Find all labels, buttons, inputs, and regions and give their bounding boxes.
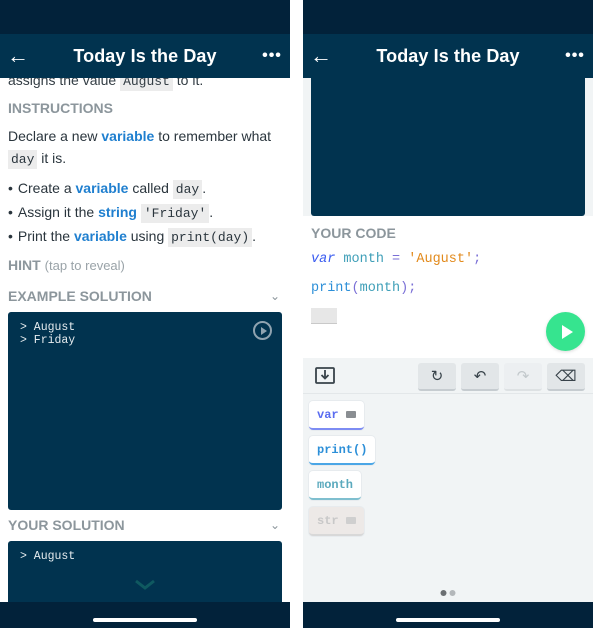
instructions-list: Create a variable called day. Assign it … <box>8 177 282 249</box>
token-month[interactable]: month <box>309 471 362 500</box>
empty-line-cursor[interactable] <box>311 308 337 324</box>
page-title: Today Is the Day <box>73 45 217 66</box>
your-code-heading: YOUR CODE <box>311 225 396 241</box>
undo-button[interactable]: ↶ <box>461 363 499 391</box>
example-solution-console: > August > Friday <box>8 312 282 510</box>
ellipsis-icon: ••• <box>565 47 585 64</box>
redo-icon: ↷ <box>516 368 530 385</box>
token-var[interactable]: var <box>309 401 364 430</box>
refresh-icon: ↻ <box>430 368 444 385</box>
chevron-down-icon: ⌄ <box>269 518 281 532</box>
undo-icon: ↶ <box>473 368 487 385</box>
page-indicator <box>440 590 456 596</box>
more-button[interactable]: ••• <box>557 34 593 78</box>
console-line: > August <box>20 321 76 334</box>
code-line-2[interactable]: print(month); <box>311 281 416 296</box>
list-item: Print the variable using print(day). <box>8 225 282 249</box>
scroll-down-chevron-icon[interactable] <box>134 579 156 591</box>
hint-toggle[interactable]: HINT (tap to reveal) <box>8 257 125 273</box>
code-editor-screen: ← Today Is the Day ••• YOUR CODE var mon… <box>303 0 593 628</box>
glossary-link[interactable]: variable <box>76 180 129 196</box>
instructions-intro: Declare a new variable to remember what … <box>8 128 272 169</box>
glossary-link[interactable]: string <box>98 204 137 220</box>
home-indicator[interactable] <box>396 618 500 622</box>
instructions-content: assigns the value August to it. INSTRUCT… <box>0 60 290 628</box>
arrow-left-icon: ← <box>310 43 332 68</box>
instructions-heading: INSTRUCTIONS <box>8 100 113 116</box>
back-button[interactable]: ← <box>303 34 339 78</box>
instructions-screen: ← Today Is the Day ••• assigns the value… <box>0 0 290 628</box>
code-editor[interactable]: YOUR CODE var month = 'August'; print(mo… <box>303 216 593 358</box>
backspace-icon: ⌫ <box>555 368 577 385</box>
run-button[interactable] <box>546 312 585 351</box>
home-indicator[interactable] <box>93 618 197 622</box>
glossary-link[interactable]: variable <box>74 228 127 244</box>
refresh-button[interactable]: ↻ <box>418 363 456 391</box>
editor-toolbar: ↻ ↶ ↷ ⌫ <box>303 358 593 394</box>
home-bar <box>303 602 593 628</box>
backspace-button[interactable]: ⌫ <box>547 363 585 391</box>
editor-content: YOUR CODE var month = 'August'; print(mo… <box>303 78 593 602</box>
keyboard-icon <box>345 517 356 524</box>
ellipsis-icon: ••• <box>262 47 282 64</box>
list-item: Assign it the string 'Friday'. <box>8 201 282 225</box>
console-line: > Friday <box>20 334 76 347</box>
output-console <box>311 78 585 216</box>
list-item: Create a variable called day. <box>8 177 282 201</box>
nav-bar: ← Today Is the Day ••• <box>0 34 290 78</box>
code-line-1[interactable]: var month = 'August'; <box>311 252 481 267</box>
play-circle-icon[interactable] <box>253 321 272 340</box>
redo-button[interactable]: ↷ <box>504 363 542 391</box>
page-dot[interactable] <box>440 590 447 596</box>
glossary-link[interactable]: variable <box>101 128 154 144</box>
your-solution-header[interactable]: YOUR SOLUTION ⌄ <box>8 517 282 533</box>
insert-line-icon[interactable] <box>315 367 335 384</box>
page-dot[interactable] <box>449 590 456 596</box>
token-str: str <box>309 507 364 536</box>
back-button[interactable]: ← <box>0 34 36 78</box>
token-palette: var print() month str <box>303 394 593 602</box>
token-print[interactable]: print() <box>309 436 376 465</box>
status-bar <box>0 0 290 34</box>
example-solution-header[interactable]: EXAMPLE SOLUTION ⌄ <box>8 288 282 304</box>
more-button[interactable]: ••• <box>254 34 290 78</box>
page-title: Today Is the Day <box>376 45 520 66</box>
console-line: > August <box>20 550 76 563</box>
home-bar <box>0 602 290 628</box>
status-bar <box>303 0 593 34</box>
chevron-down-icon: ⌄ <box>269 289 281 303</box>
keyboard-icon <box>345 411 356 418</box>
arrow-left-icon: ← <box>7 43 29 68</box>
nav-bar: ← Today Is the Day ••• <box>303 34 593 78</box>
